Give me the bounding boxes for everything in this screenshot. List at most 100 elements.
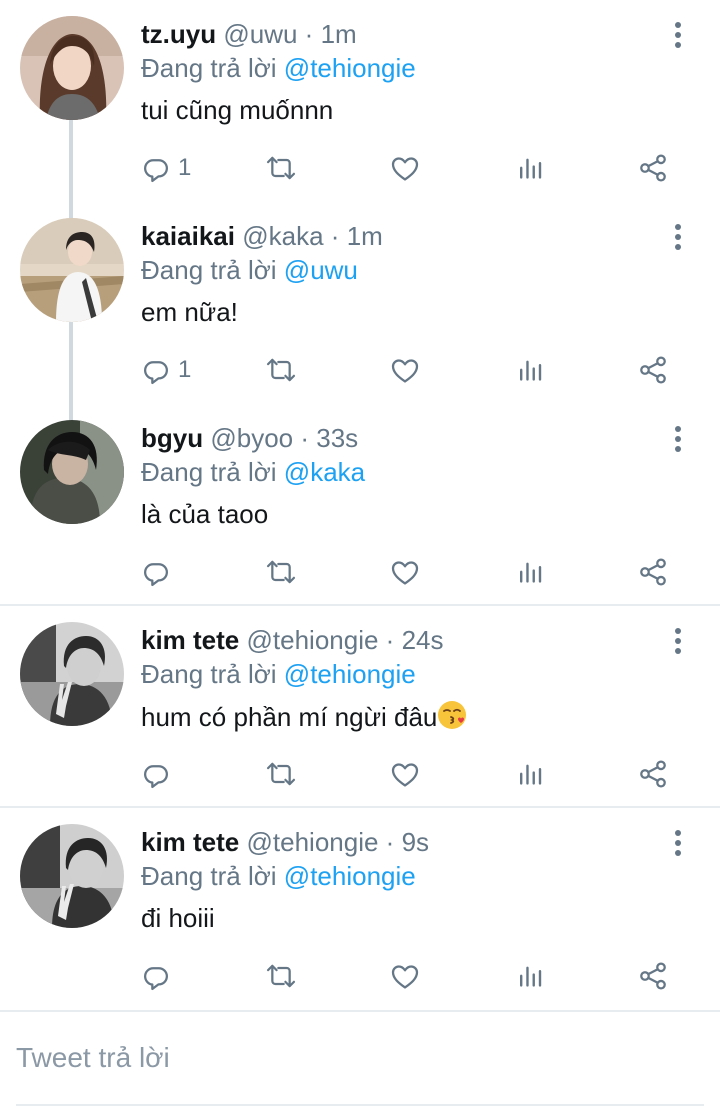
username: @tehiongie (246, 625, 379, 655)
reply-icon (140, 152, 172, 184)
reply-button[interactable] (140, 554, 172, 590)
share-icon (637, 152, 669, 184)
mention-link[interactable]: @kaka (284, 457, 365, 487)
stats-icon (514, 758, 546, 790)
like-icon (389, 556, 421, 588)
tweet-text: hum có phần mí ngừi đâu (141, 702, 438, 732)
tweet[interactable]: tz.uyu @uwu · 1m Đang trả lời @tehiongie… (0, 0, 720, 202)
stats-button[interactable] (514, 554, 546, 590)
retweet-icon (265, 152, 297, 184)
stats-button[interactable] (514, 150, 546, 186)
like-button[interactable] (389, 958, 421, 994)
display-name[interactable]: kaiaikai (141, 221, 235, 251)
stats-icon (514, 354, 546, 386)
username: @tehiongie (246, 827, 379, 857)
retweet-button[interactable] (265, 756, 297, 792)
stats-icon (514, 556, 546, 588)
tweet-text: tui cũng muốnnn (141, 95, 334, 125)
tweet-text: em nữa! (141, 297, 238, 327)
like-button[interactable] (389, 150, 421, 186)
reply-input[interactable] (16, 1038, 706, 1078)
reply-icon (140, 556, 172, 588)
replying-to-label: Đang trả lời (141, 861, 277, 891)
tweet-text: đi hoiii (141, 903, 215, 933)
like-icon (389, 354, 421, 386)
avatar[interactable] (20, 824, 124, 928)
share-icon (637, 960, 669, 992)
more-icon[interactable] (666, 624, 690, 658)
share-button[interactable] (637, 958, 669, 994)
share-icon (637, 354, 669, 386)
retweet-icon (265, 556, 297, 588)
mention-link[interactable]: @tehiongie (284, 53, 416, 83)
display-name[interactable]: kim tete (141, 625, 239, 655)
timestamp[interactable]: 24s (402, 625, 444, 655)
avatar[interactable] (20, 16, 124, 120)
timestamp[interactable]: 1m (347, 221, 383, 251)
avatar[interactable] (20, 420, 124, 524)
reply-button[interactable] (140, 756, 172, 792)
tweet[interactable]: kim tete @tehiongie · 24s Đang trả lời @… (0, 606, 720, 806)
more-icon[interactable] (666, 826, 690, 860)
share-button[interactable] (637, 554, 669, 590)
replying-to-label: Đang trả lời (141, 457, 277, 487)
retweet-button[interactable] (265, 352, 297, 388)
separator-dot: · (385, 625, 395, 655)
reply-count: 1 (178, 154, 192, 181)
like-button[interactable] (389, 352, 421, 388)
retweet-button[interactable] (265, 554, 297, 590)
timestamp[interactable]: 1m (321, 19, 357, 49)
more-icon[interactable] (666, 18, 690, 52)
share-button[interactable] (637, 756, 669, 792)
reply-composer[interactable] (0, 1012, 720, 1112)
share-button[interactable] (637, 150, 669, 186)
tweet[interactable]: bgyu @byoo · 33s Đang trả lời @kaka là c… (0, 404, 720, 604)
separator-dot: · (330, 221, 340, 251)
stats-button[interactable] (514, 756, 546, 792)
more-icon[interactable] (666, 220, 690, 254)
retweet-button[interactable] (265, 150, 297, 186)
tweet-text: là của taoo (141, 499, 269, 529)
reply-icon (140, 758, 172, 790)
reply-button[interactable]: 1 (140, 352, 191, 388)
like-icon (389, 758, 421, 790)
share-icon (637, 556, 669, 588)
like-button[interactable] (389, 554, 421, 590)
timestamp[interactable]: 33s (316, 423, 358, 453)
like-icon (389, 960, 421, 992)
stats-button[interactable] (514, 352, 546, 388)
display-name[interactable]: tz.uyu (141, 19, 216, 49)
stats-icon (514, 152, 546, 184)
separator-dot: · (304, 19, 314, 49)
tweet[interactable]: kim tete @tehiongie · 9s Đang trả lời @t… (0, 808, 720, 1010)
mention-link[interactable]: @uwu (284, 255, 358, 285)
retweet-button[interactable] (265, 958, 297, 994)
retweet-icon (265, 758, 297, 790)
replying-to-label: Đang trả lời (141, 659, 277, 689)
mention-link[interactable]: @tehiongie (284, 659, 416, 689)
reply-button[interactable] (140, 958, 172, 994)
like-button[interactable] (389, 756, 421, 792)
more-icon[interactable] (666, 422, 690, 456)
display-name[interactable]: bgyu (141, 423, 203, 453)
mention-link[interactable]: @tehiongie (284, 861, 416, 891)
username: @kaka (242, 221, 324, 251)
share-button[interactable] (637, 352, 669, 388)
display-name[interactable]: kim tete (141, 827, 239, 857)
reply-underline (16, 1104, 704, 1106)
like-icon (389, 152, 421, 184)
reply-count: 1 (178, 356, 192, 383)
timestamp[interactable]: 9s (402, 827, 429, 857)
reply-icon (140, 354, 172, 386)
separator-dot: · (300, 423, 310, 453)
reply-icon (140, 960, 172, 992)
username: @byoo (210, 423, 294, 453)
stats-icon (514, 960, 546, 992)
reply-button[interactable]: 1 (140, 150, 191, 186)
replying-to-label: Đang trả lời (141, 255, 277, 285)
stats-button[interactable] (514, 958, 546, 994)
replying-to-label: Đang trả lời (141, 53, 277, 83)
avatar[interactable] (20, 218, 124, 322)
avatar[interactable] (20, 622, 124, 726)
tweet[interactable]: kaiaikai @kaka · 1m Đang trả lời @uwu em… (0, 202, 720, 404)
